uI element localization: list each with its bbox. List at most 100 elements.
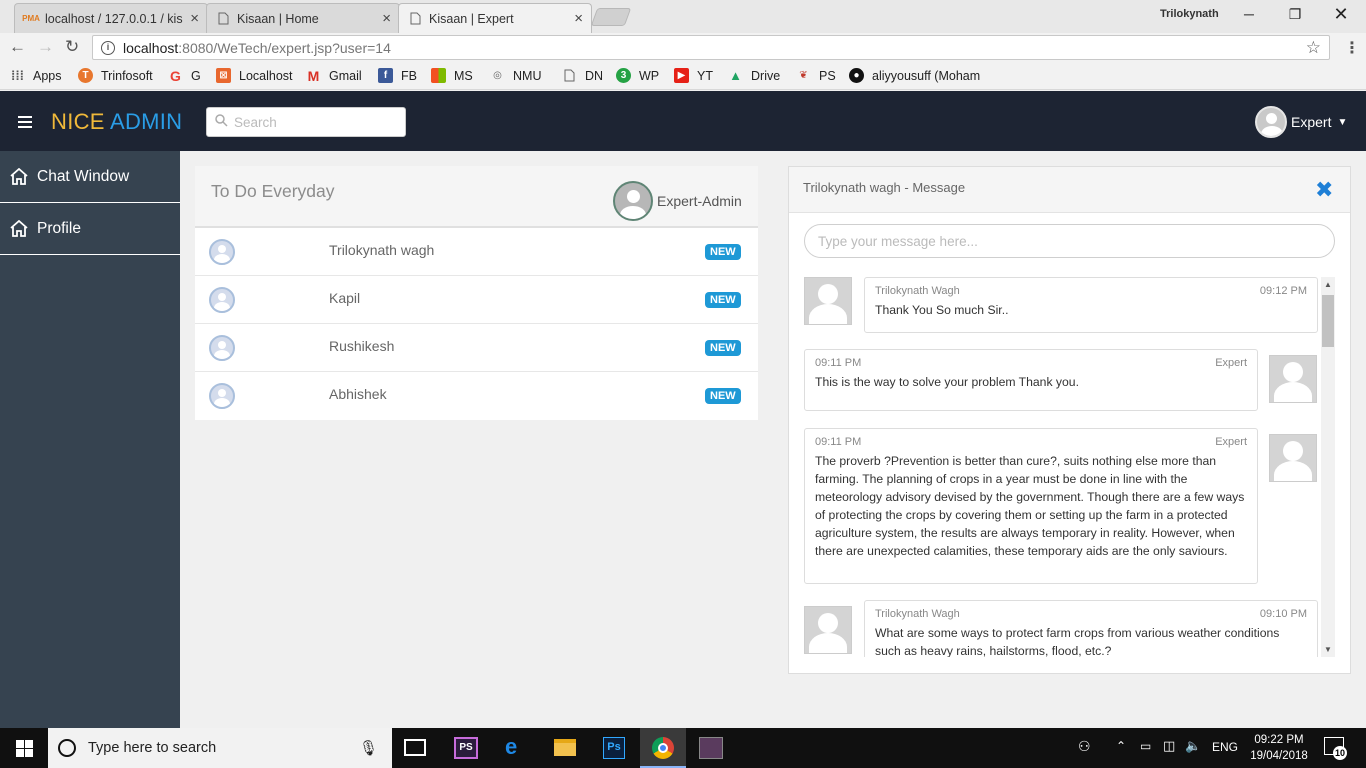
reload-icon[interactable]: ↻ <box>65 37 79 57</box>
message-bubble: 09:11 PM Expert This is the way to solve… <box>804 349 1258 411</box>
restore-icon[interactable]: ❐ <box>1280 4 1310 24</box>
close-icon[interactable]: ✖ <box>1315 177 1333 203</box>
clock[interactable]: 09:22 PM 19/04/2018 <box>1250 732 1308 764</box>
chrome-taskbar-button[interactable] <box>640 728 686 768</box>
file-explorer-icon[interactable] <box>554 739 576 756</box>
bookmark-localhost[interactable]: ⊠ Localhost <box>216 68 293 83</box>
hamburger-menu-icon[interactable] <box>18 116 32 131</box>
trinfosoft-icon: T <box>78 68 93 83</box>
profile-name[interactable]: Trilokynath <box>1160 8 1219 20</box>
bookmark-fb[interactable]: f FB <box>378 68 417 83</box>
search-icon <box>215 114 228 130</box>
message-text: What are some ways to protect farm crops… <box>875 626 1280 657</box>
page-icon <box>215 11 231 27</box>
info-icon[interactable]: i <box>101 40 115 55</box>
user-menu[interactable]: Expert ▼ <box>1255 106 1347 138</box>
edge-icon[interactable]: e <box>505 734 517 760</box>
bookmark-gmail[interactable]: M Gmail <box>306 68 362 84</box>
bookmark-label: PS <box>819 68 836 83</box>
chrome-icon <box>652 737 674 759</box>
sidebar-item-label: Chat Window <box>37 167 130 185</box>
user-avatar-icon <box>209 335 235 361</box>
bookmark-wp[interactable]: 3 WP <box>616 68 659 83</box>
avatar <box>613 181 653 221</box>
volume-icon[interactable]: 🔈 <box>1185 738 1201 754</box>
scroll-down-icon[interactable]: ▼ <box>1324 645 1332 654</box>
message-panel: Trilokynath wagh - Message ✖ Trilokynath… <box>788 166 1351 674</box>
list-item[interactable]: Kapil NEW <box>195 276 758 324</box>
minimize-icon[interactable]: ─ <box>1234 4 1264 24</box>
ps-icon: ❦ <box>799 70 808 81</box>
tab-phpmyadmin[interactable]: PMA localhost / 127.0.0.1 / kis × <box>14 3 208 33</box>
scrollbar-thumb[interactable] <box>1322 295 1334 347</box>
forward-icon[interactable]: → <box>37 37 54 57</box>
bookmark-label: Apps <box>33 68 62 83</box>
list-item[interactable]: Abhishek NEW <box>195 372 758 420</box>
contact-name: Abhishek <box>329 386 387 402</box>
chevron-up-icon[interactable]: ⌃ <box>1116 739 1126 753</box>
scroll-up-icon[interactable]: ▲ <box>1324 280 1332 289</box>
app-header: NICE ADMIN Expert ▼ <box>0 91 1366 151</box>
app-icon[interactable] <box>699 737 723 759</box>
tab-title: localhost / 127.0.0.1 / kis <box>45 11 183 26</box>
sidebar-item-chat-window[interactable]: Chat Window <box>0 151 180 203</box>
new-badge: NEW <box>705 388 741 404</box>
brand-logo[interactable]: NICE ADMIN <box>51 109 182 135</box>
people-icon[interactable]: ⚇ <box>1078 738 1091 755</box>
sidebar-item-profile[interactable]: Profile <box>0 203 180 255</box>
bookmark-dn[interactable]: DN <box>562 68 603 83</box>
start-button[interactable] <box>0 728 48 768</box>
bookmark-g[interactable]: G G <box>168 68 201 84</box>
close-tab-icon[interactable]: × <box>190 10 199 27</box>
network-icon[interactable]: ◫ <box>1163 738 1175 754</box>
new-tab-button[interactable] <box>590 8 632 26</box>
message-scrollbar[interactable]: ▲ ▼ <box>1321 277 1335 657</box>
url-field[interactable]: i localhost:8080/WeTech/expert.jsp?user=… <box>92 35 1330 60</box>
bookmark-ps[interactable]: ❦ PS <box>796 68 836 83</box>
action-center-icon[interactable]: 10 <box>1324 737 1347 760</box>
taskbar-search[interactable]: Type here to search 🎙 <box>48 728 392 768</box>
task-view-icon[interactable] <box>404 739 426 756</box>
user-avatar-icon <box>209 239 235 265</box>
close-tab-icon[interactable]: × <box>382 10 391 27</box>
close-tab-icon[interactable]: × <box>574 10 583 27</box>
language-indicator[interactable]: ENG <box>1212 740 1238 754</box>
message-time: 09:11 PM <box>815 436 862 448</box>
user-avatar-icon <box>209 383 235 409</box>
message-text: Thank You So much Sir.. <box>875 303 1009 317</box>
bookmark-trinfosoft[interactable]: T Trinfosoft <box>78 68 153 83</box>
bookmarks-bar: ⁞⁞⁞ Apps T Trinfosoft G G ⊠ Localhost M … <box>0 62 1366 90</box>
apps-grid-icon: ⁞⁞⁞ <box>11 68 24 83</box>
list-item[interactable]: Trilokynath wagh NEW <box>195 228 758 276</box>
new-badge: NEW <box>705 340 741 356</box>
address-bar-row: ← → ↻ i localhost:8080/WeTech/expert.jsp… <box>0 33 1366 62</box>
browser-menu-icon[interactable]: ⋮ <box>1344 38 1360 58</box>
message-title: Trilokynath wagh - Message <box>803 180 966 195</box>
brand-nice: NICE <box>51 109 105 134</box>
bookmark-drive[interactable]: ▲ Drive <box>728 68 780 83</box>
tab-kisaan-expert[interactable]: Kisaan | Expert × <box>398 3 592 33</box>
tab-kisaan-home[interactable]: Kisaan | Home × <box>206 3 400 33</box>
battery-icon[interactable]: ▭ <box>1140 739 1151 753</box>
photoshop-icon[interactable]: Ps <box>603 737 625 759</box>
star-icon[interactable]: ☆ <box>1306 38 1321 58</box>
url-host: localhost <box>123 39 179 56</box>
bookmark-label: DN <box>585 68 604 83</box>
bookmark-ms[interactable]: MS <box>431 68 473 83</box>
bookmark-label: MS <box>454 68 473 83</box>
page-icon <box>562 68 577 83</box>
bookmark-github[interactable]: ● aliyyousuff (Moham <box>849 68 980 83</box>
todo-user-name: Expert-Admin <box>657 193 742 209</box>
microphone-icon[interactable]: 🎙 <box>359 739 378 757</box>
back-icon[interactable]: ← <box>9 37 26 57</box>
list-item[interactable]: Rushikesh NEW <box>195 324 758 372</box>
bookmark-apps[interactable]: ⁞⁞⁞ Apps <box>10 68 62 83</box>
bookmark-nmu[interactable]: ◎ NMU <box>490 68 541 83</box>
tab-title: Kisaan | Home <box>237 11 319 26</box>
bookmark-yt[interactable]: ▶ YT <box>674 68 713 83</box>
message-input[interactable] <box>804 224 1335 258</box>
windows-icon <box>15 739 33 757</box>
search-input[interactable] <box>234 114 394 130</box>
phpstorm-icon[interactable]: PS <box>454 737 478 759</box>
close-window-icon[interactable]: ✕ <box>1326 4 1356 24</box>
